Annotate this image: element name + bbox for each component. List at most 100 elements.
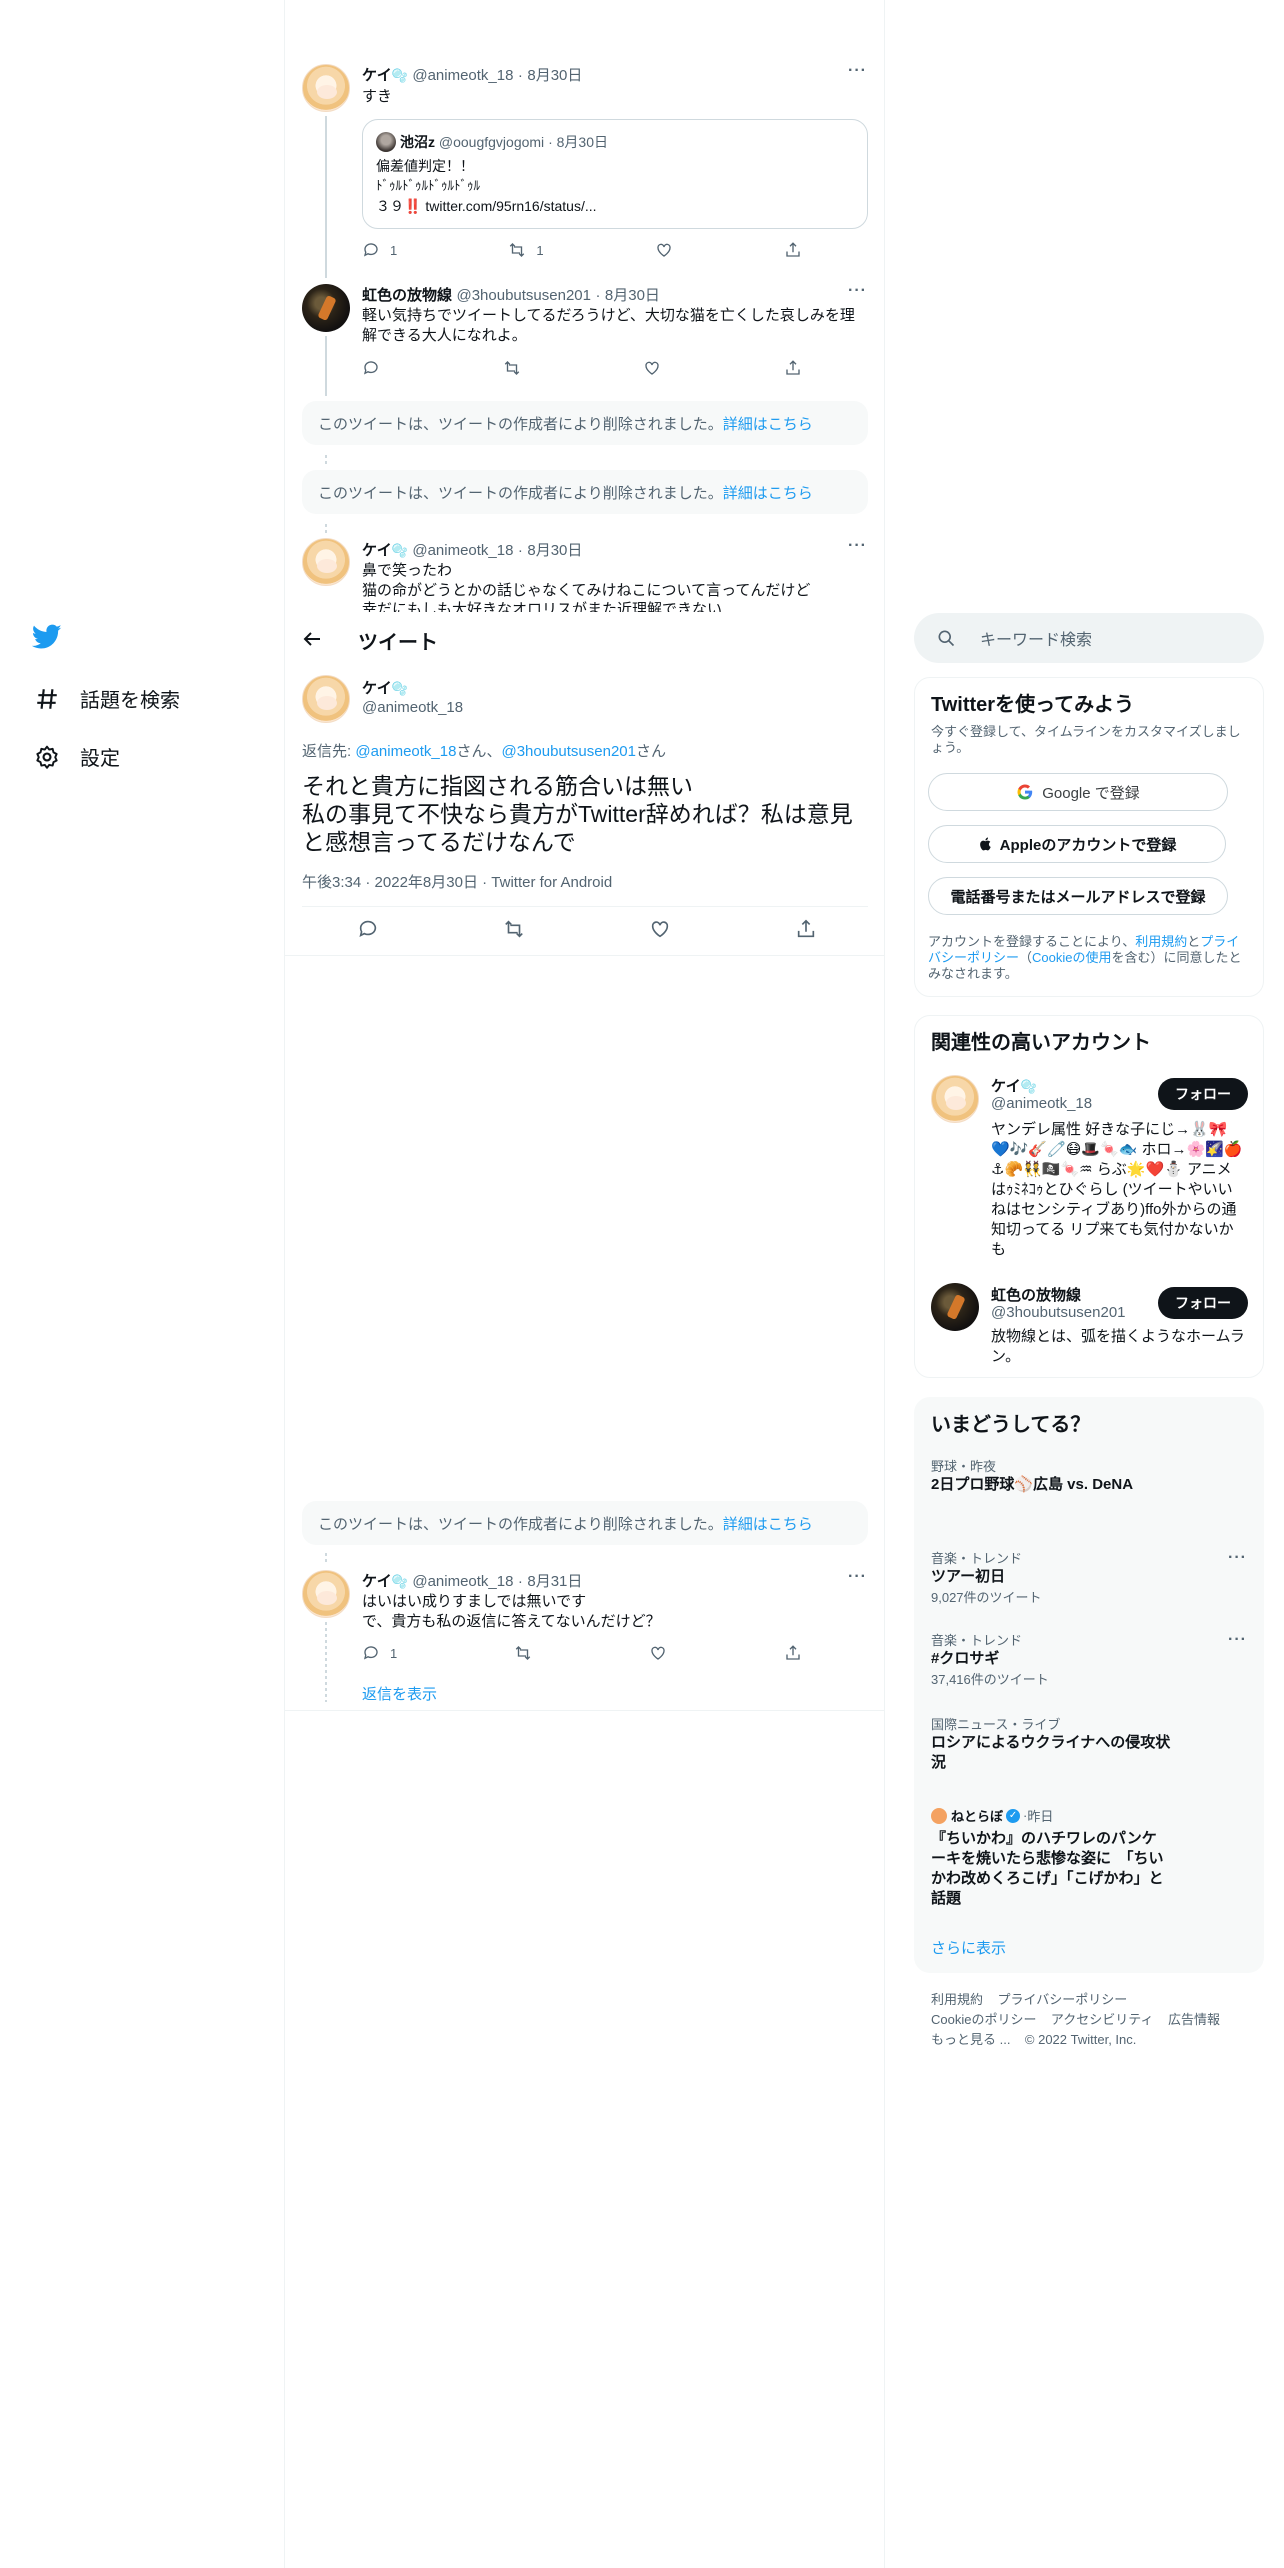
- deleted-tweet-notice: このツイートは、ツイートの作成者により削除されました。 詳細はこちら: [302, 470, 868, 514]
- tweet-actions: 1: [362, 1644, 802, 1662]
- reply-button[interactable]: 1: [362, 241, 397, 259]
- reply-user-link[interactable]: @animeotk_18: [355, 743, 456, 760]
- account-handle[interactable]: @3houbutsusen201: [991, 1304, 1126, 1321]
- retweet-button[interactable]: [503, 918, 525, 940]
- more-icon[interactable]: ···: [1228, 1549, 1247, 1567]
- reply-button[interactable]: [357, 918, 379, 940]
- tweet-text-line3: 幸だにもしも大好きなオロリスがまた近理解できない: [362, 601, 723, 612]
- author-name[interactable]: 虹色の放物線: [362, 287, 452, 304]
- google-signup-button[interactable]: Google で登録: [928, 773, 1228, 811]
- main-author[interactable]: ケイ🫧: [362, 677, 408, 698]
- tweet-timestamp[interactable]: 午後3:34 · 2022年8月30日 · Twitter for Androi…: [302, 871, 612, 892]
- tweet-date[interactable]: 8月30日: [527, 542, 582, 559]
- more-icon[interactable]: ···: [1228, 1631, 1247, 1649]
- tweet-text-line1: はいはい成りすましでは無いです: [362, 1593, 587, 1610]
- account-name[interactable]: ケイ: [991, 1078, 1021, 1095]
- footer-more-link[interactable]: もっと見る ...: [931, 2032, 1010, 2047]
- thread-line: [325, 1622, 327, 1702]
- footer-privacy-link[interactable]: プライバシーポリシー: [997, 1992, 1127, 2007]
- nav-settings[interactable]: 設定: [34, 742, 120, 771]
- follow-button[interactable]: フォロー: [1158, 1078, 1248, 1110]
- footer-accessibility-link[interactable]: アクセシビリティ: [1051, 2012, 1154, 2027]
- avatar[interactable]: [931, 1075, 979, 1123]
- retweet-button[interactable]: 1: [508, 241, 544, 259]
- avatar[interactable]: [302, 64, 350, 112]
- divider: [285, 1710, 884, 1711]
- reply-suffix: さん: [636, 743, 667, 760]
- show-replies-link[interactable]: 返信を表示: [362, 1683, 437, 1704]
- reply-button[interactable]: 1: [362, 1644, 397, 1662]
- trend-title: ロシアによるウクライナへの侵攻状況: [931, 1734, 1171, 1771]
- tweet-text: すき: [362, 88, 393, 105]
- search-input[interactable]: キーワード検索: [914, 613, 1264, 663]
- author-name[interactable]: ケイ: [362, 542, 392, 559]
- deleted-text: このツイートは、ツイートの作成者により削除されました。: [318, 415, 723, 433]
- share-button[interactable]: [784, 241, 802, 259]
- deleted-details-link[interactable]: 詳細はこちら: [723, 1513, 813, 1534]
- retweet-button[interactable]: [514, 1644, 532, 1662]
- news-item[interactable]: ねとらぼ ✓ · 昨日 『ちいかわ』のハチワレのパンケーキを焼いたら悲惨な姿に …: [931, 1806, 1171, 1909]
- apple-signup-button[interactable]: Appleのアカウントで登録: [928, 825, 1226, 863]
- author-handle[interactable]: @3houbutsusen201: [456, 287, 591, 304]
- follow-button[interactable]: フォロー: [1158, 1287, 1248, 1319]
- account-handle[interactable]: @animeotk_18: [991, 1095, 1092, 1112]
- show-more-link[interactable]: さらに表示: [931, 1937, 1006, 1958]
- signup-terms: アカウントを登録することにより、利用規約とプライバシーポリシー（Cookieの使…: [928, 934, 1246, 982]
- author-handle[interactable]: @animeotk_18: [412, 1573, 513, 1590]
- tweet-actions: [362, 359, 802, 377]
- tweet-date[interactable]: 8月30日: [605, 287, 660, 304]
- quote-author-name: 池沼z: [400, 134, 435, 150]
- tweet-date[interactable]: 8月31日: [527, 1573, 582, 1590]
- trend-item[interactable]: 国際ニュース・ライブ ロシアによるウクライナへの侵攻状況: [931, 1714, 1171, 1773]
- tweet-date[interactable]: 8月30日: [527, 67, 582, 84]
- avatar[interactable]: [302, 675, 350, 723]
- author-handle[interactable]: @animeotk_18: [412, 67, 513, 84]
- google-signup-label: Google で登録: [1042, 784, 1140, 802]
- cookie-link[interactable]: Cookieの使用: [1032, 950, 1111, 965]
- author-name[interactable]: ケイ: [362, 680, 392, 697]
- like-button[interactable]: [643, 359, 661, 377]
- share-button[interactable]: [795, 918, 817, 940]
- more-icon[interactable]: ···: [848, 282, 867, 300]
- twitter-logo-icon[interactable]: [31, 624, 62, 655]
- avatar[interactable]: [931, 1283, 979, 1331]
- avatar: [376, 132, 396, 152]
- quote-author-handle: @oougfgvjogomi: [438, 134, 545, 150]
- share-button[interactable]: [784, 1644, 802, 1662]
- tweet-date: 2022年8月30日: [374, 874, 478, 891]
- page-title: ツイート: [358, 632, 438, 654]
- retweet-button[interactable]: [503, 359, 521, 377]
- trend-item[interactable]: 野球・昨夜 2日プロ野球⚾広島 vs. DeNA: [931, 1456, 1133, 1495]
- author-handle[interactable]: @animeotk_18: [412, 542, 513, 559]
- author-name[interactable]: ケイ: [362, 67, 392, 84]
- reply-button[interactable]: [362, 359, 380, 377]
- footer-ads-link[interactable]: 広告情報: [1168, 2012, 1220, 2027]
- deleted-details-link[interactable]: 詳細はこちら: [723, 482, 813, 503]
- phone-email-signup-button[interactable]: 電話番号またはメールアドレスで登録: [928, 877, 1228, 915]
- like-button[interactable]: [649, 1644, 667, 1662]
- more-icon[interactable]: ···: [848, 1568, 867, 1586]
- more-icon[interactable]: ···: [848, 537, 867, 555]
- footer-cookie-link[interactable]: Cookieのポリシー: [931, 2012, 1036, 2027]
- account-name[interactable]: 虹色の放物線: [991, 1284, 1081, 1305]
- avatar[interactable]: [302, 1570, 350, 1618]
- trend-item[interactable]: 音楽・トレンド #クロサギ 37,416件のツイート: [931, 1630, 1231, 1688]
- author-handle[interactable]: @animeotk_18: [362, 699, 463, 716]
- deleted-details-link[interactable]: 詳細はこちら: [723, 413, 813, 434]
- timeline-column-border: [884, 0, 885, 2568]
- nav-explore[interactable]: 話題を検索: [34, 684, 180, 713]
- more-icon[interactable]: ···: [848, 62, 867, 80]
- share-button[interactable]: [784, 359, 802, 377]
- like-button[interactable]: [655, 241, 673, 259]
- like-button[interactable]: [649, 918, 671, 940]
- account-name-row[interactable]: ケイ🫧: [991, 1075, 1037, 1096]
- author-name[interactable]: ケイ: [362, 1573, 392, 1590]
- avatar[interactable]: [302, 284, 350, 332]
- trend-item[interactable]: 音楽・トレンド ツアー初日 9,027件のツイート: [931, 1548, 1231, 1606]
- reply-user-link[interactable]: @3houbutsusen201: [501, 743, 636, 760]
- footer-terms-link[interactable]: 利用規約: [931, 1992, 983, 2007]
- terms-link[interactable]: 利用規約: [1135, 934, 1187, 949]
- avatar[interactable]: [302, 538, 350, 586]
- quote-link[interactable]: twitter.com/95rn16/status/...: [425, 198, 596, 214]
- back-arrow-icon[interactable]: [300, 627, 324, 656]
